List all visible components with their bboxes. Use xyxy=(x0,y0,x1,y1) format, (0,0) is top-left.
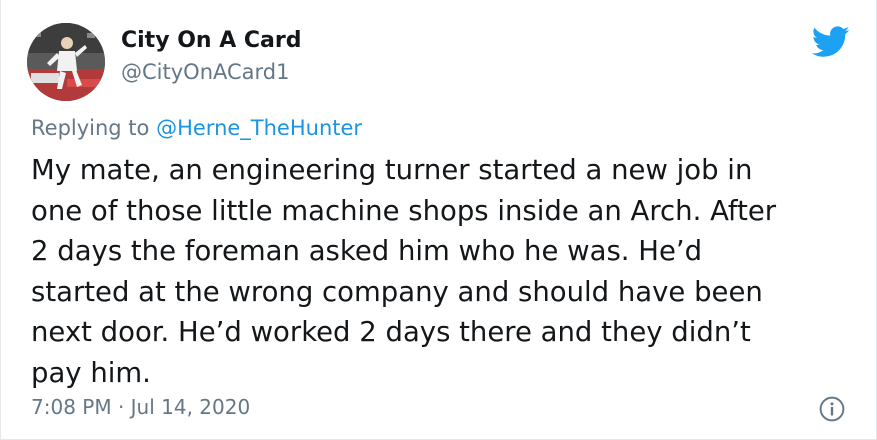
tweet-text-line: pay him. xyxy=(31,356,151,389)
tweet-text-line: next door. He’d worked 2 days there and … xyxy=(31,316,751,348)
tweet-text-line: one of those little machine shops inside… xyxy=(31,194,777,227)
display-name[interactable]: City On A Card xyxy=(121,28,302,53)
reply-prefix: Replying to xyxy=(31,116,150,140)
football-player-avatar xyxy=(27,23,105,101)
twitter-bird-icon[interactable] xyxy=(812,26,850,58)
user-handle[interactable]: @CityOnACard1 xyxy=(121,60,289,84)
reply-context: Replying to @Herne_TheHunter xyxy=(31,116,362,140)
tweet-text-line: My mate, an engineering turner started a… xyxy=(31,154,753,186)
info-icon[interactable] xyxy=(819,396,845,422)
tweet-text: My mate, an engineering turner started a… xyxy=(31,150,856,393)
reply-mention-link[interactable]: @Herne_TheHunter xyxy=(156,116,362,140)
avatar[interactable] xyxy=(27,23,105,101)
tweet-card: City On A Card @CityOnACard1 Replying to… xyxy=(0,0,877,440)
tweet-text-line: 2 days the foreman asked him who he was.… xyxy=(31,235,703,267)
tweet-timestamp[interactable]: 7:08 PM · Jul 14, 2020 xyxy=(31,395,250,419)
tweet-text-line: started at the wrong company and should … xyxy=(31,275,763,308)
